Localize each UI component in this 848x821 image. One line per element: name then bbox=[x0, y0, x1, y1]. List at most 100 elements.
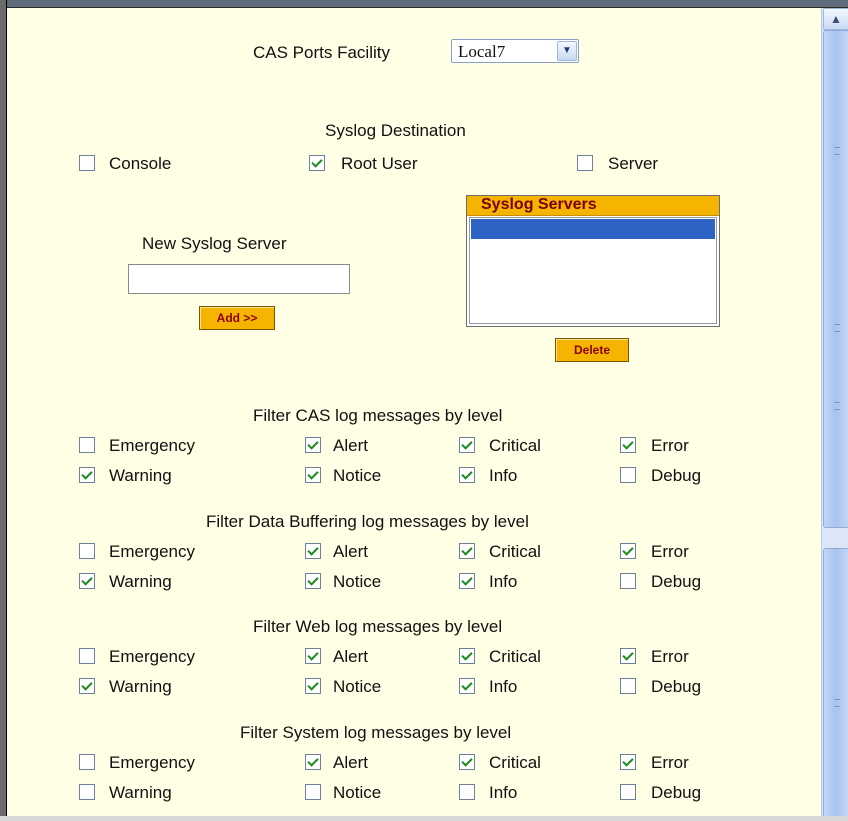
vertical-scrollbar[interactable]: ▲ bbox=[821, 8, 848, 818]
info-label: Info bbox=[489, 572, 518, 591]
facility-select-value: Local7 bbox=[458, 42, 506, 61]
critical-label: Critical bbox=[489, 647, 541, 666]
add-server-button[interactable]: Add >> bbox=[199, 306, 275, 330]
facility-select[interactable]: Local7 ▼ bbox=[451, 39, 579, 63]
server-label: Server bbox=[608, 154, 659, 173]
list-item-selected[interactable] bbox=[471, 219, 715, 239]
warning-checkbox[interactable] bbox=[79, 784, 95, 800]
debug-label: Debug bbox=[651, 677, 702, 696]
new-syslog-server-title: New Syslog Server bbox=[142, 234, 287, 253]
alert-label: Alert bbox=[333, 753, 368, 772]
info-checkbox[interactable] bbox=[459, 678, 475, 694]
critical-label: Critical bbox=[489, 542, 541, 561]
notice-label: Notice bbox=[333, 466, 382, 485]
new-syslog-server-input[interactable] bbox=[128, 264, 350, 294]
emergency-label: Emergency bbox=[109, 753, 195, 772]
info-checkbox[interactable] bbox=[459, 467, 475, 483]
info-checkbox[interactable] bbox=[459, 784, 475, 800]
warning-checkbox[interactable] bbox=[79, 678, 95, 694]
notice-checkbox[interactable] bbox=[305, 467, 321, 483]
alert-checkbox[interactable] bbox=[305, 648, 321, 664]
critical-label: Critical bbox=[489, 436, 541, 455]
warning-checkbox[interactable] bbox=[79, 573, 95, 589]
info-label: Info bbox=[489, 677, 518, 696]
facility-label: CAS Ports Facility bbox=[253, 43, 390, 62]
delete-server-button[interactable]: Delete bbox=[555, 338, 629, 362]
root-user-checkbox[interactable] bbox=[309, 155, 325, 171]
alert-label: Alert bbox=[333, 647, 368, 666]
scrollbar-track[interactable] bbox=[823, 548, 848, 818]
console-label: Console bbox=[109, 154, 172, 173]
emergency-label: Emergency bbox=[109, 647, 195, 666]
info-label: Info bbox=[489, 466, 518, 485]
server-checkbox[interactable] bbox=[577, 155, 593, 171]
scrollbar-thumb[interactable] bbox=[823, 30, 848, 528]
error-checkbox[interactable] bbox=[620, 648, 636, 664]
window-left-border bbox=[0, 0, 7, 821]
console-checkbox[interactable] bbox=[79, 155, 95, 171]
window-top-border bbox=[0, 0, 848, 8]
scroll-up-arrow-icon[interactable]: ▲ bbox=[823, 8, 848, 30]
thumb-grip bbox=[834, 147, 840, 155]
error-checkbox[interactable] bbox=[620, 437, 636, 453]
critical-checkbox[interactable] bbox=[459, 543, 475, 559]
emergency-checkbox[interactable] bbox=[79, 437, 95, 453]
filter-section-title: Filter Data Buffering log messages by le… bbox=[206, 512, 529, 531]
notice-checkbox[interactable] bbox=[305, 784, 321, 800]
critical-label: Critical bbox=[489, 753, 541, 772]
emergency-checkbox[interactable] bbox=[79, 543, 95, 559]
alert-label: Alert bbox=[333, 436, 368, 455]
debug-label: Debug bbox=[651, 572, 702, 591]
filter-section-title: Filter CAS log messages by level bbox=[253, 406, 503, 425]
critical-checkbox[interactable] bbox=[459, 754, 475, 770]
debug-checkbox[interactable] bbox=[620, 784, 636, 800]
warning-label: Warning bbox=[109, 677, 172, 696]
debug-checkbox[interactable] bbox=[620, 467, 636, 483]
alert-checkbox[interactable] bbox=[305, 754, 321, 770]
notice-checkbox[interactable] bbox=[305, 573, 321, 589]
syslog-servers-header: Syslog Servers bbox=[467, 196, 719, 216]
emergency-label: Emergency bbox=[109, 436, 195, 455]
syslog-config-panel: CAS Ports Facility Local7 ▼ Syslog Desti… bbox=[8, 8, 820, 816]
filter-section-title: Filter Web log messages by level bbox=[253, 617, 503, 636]
info-label: Info bbox=[489, 783, 518, 802]
chevron-down-icon[interactable]: ▼ bbox=[557, 41, 577, 61]
debug-label: Debug bbox=[651, 466, 702, 485]
notice-label: Notice bbox=[333, 677, 382, 696]
critical-checkbox[interactable] bbox=[459, 437, 475, 453]
debug-checkbox[interactable] bbox=[620, 573, 636, 589]
thumb-grip bbox=[834, 699, 840, 707]
error-label: Error bbox=[651, 753, 689, 772]
warning-label: Warning bbox=[109, 783, 172, 802]
error-checkbox[interactable] bbox=[620, 754, 636, 770]
syslog-destination-title: Syslog Destination bbox=[325, 121, 466, 140]
debug-label: Debug bbox=[651, 783, 702, 802]
alert-label: Alert bbox=[333, 542, 368, 561]
notice-label: Notice bbox=[333, 783, 382, 802]
thumb-grip bbox=[834, 402, 840, 410]
filter-section-title: Filter System log messages by level bbox=[240, 723, 512, 742]
emergency-checkbox[interactable] bbox=[79, 648, 95, 664]
error-label: Error bbox=[651, 647, 689, 666]
alert-checkbox[interactable] bbox=[305, 543, 321, 559]
critical-checkbox[interactable] bbox=[459, 648, 475, 664]
syslog-servers-listbox: Syslog Servers bbox=[466, 195, 720, 327]
thumb-grip bbox=[834, 324, 840, 332]
window-bottom-border bbox=[0, 816, 848, 821]
error-label: Error bbox=[651, 436, 689, 455]
error-label: Error bbox=[651, 542, 689, 561]
emergency-label: Emergency bbox=[109, 542, 195, 561]
syslog-servers-list[interactable] bbox=[469, 217, 717, 324]
syslog-servers-title: Syslog Servers bbox=[481, 196, 597, 213]
error-checkbox[interactable] bbox=[620, 543, 636, 559]
warning-label: Warning bbox=[109, 466, 172, 485]
warning-label: Warning bbox=[109, 572, 172, 591]
notice-checkbox[interactable] bbox=[305, 678, 321, 694]
alert-checkbox[interactable] bbox=[305, 437, 321, 453]
root-user-label: Root User bbox=[341, 154, 418, 173]
notice-label: Notice bbox=[333, 572, 382, 591]
debug-checkbox[interactable] bbox=[620, 678, 636, 694]
emergency-checkbox[interactable] bbox=[79, 754, 95, 770]
info-checkbox[interactable] bbox=[459, 573, 475, 589]
warning-checkbox[interactable] bbox=[79, 467, 95, 483]
